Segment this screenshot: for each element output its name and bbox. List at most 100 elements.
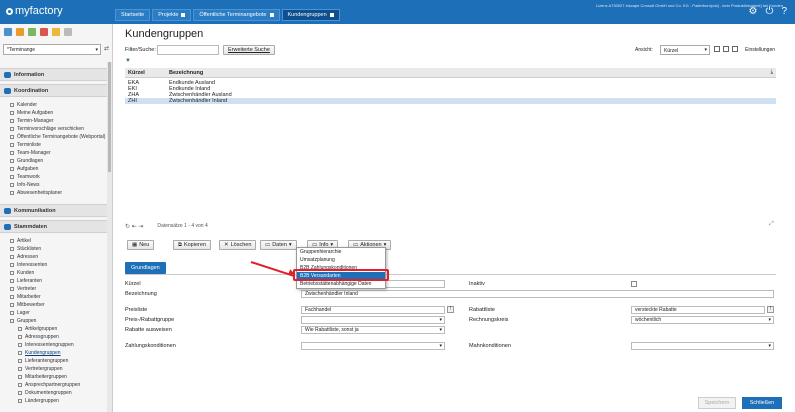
rabattliste-info-icon[interactable]: ! [767, 306, 774, 313]
notes-icon[interactable] [52, 28, 60, 36]
sidebar-scrollbar[interactable] [107, 62, 112, 412]
sidebar-item-team-manager[interactable]: Team-Manager [0, 149, 107, 157]
sidebar-item-meine-aufgaben[interactable]: Meine Aufgaben [0, 109, 107, 117]
sidebar-item-grundlagen[interactable]: Grundlagen [0, 157, 107, 165]
sidebar-item-interessentengruppen[interactable]: Interessentengruppen [0, 341, 107, 349]
main-panel: Kundengruppen Filter/Suche: Erweiterte S… [113, 24, 795, 412]
menu-item-gruppenhierarchie[interactable]: Gruppenhierarchie [297, 248, 385, 256]
sidebar-item-kundengruppen[interactable]: Kundengruppen [0, 349, 107, 357]
column-header-kuerzel[interactable]: Kürzel [128, 70, 145, 76]
preisliste-input[interactable]: Fachhandel [301, 306, 445, 314]
sidebar-item-gruppen[interactable]: Gruppen [0, 317, 107, 325]
settings-link[interactable]: Einstellungen [745, 47, 775, 53]
tab-kundengruppen[interactable]: Kundengruppen [281, 9, 340, 21]
calendar-icon [10, 103, 14, 107]
close-button[interactable]: Schließen [742, 397, 782, 409]
sidebar-item-terminangebote[interactable]: Öffentliche Terminangebote (Webportal) [0, 133, 107, 141]
sidebar-item-mitarbeitergruppen[interactable]: Mitarbeitergruppen [0, 373, 107, 381]
sidebar-item-teamwork[interactable]: Teamwork [0, 173, 107, 181]
sidebar-item-laendergruppen[interactable]: Ländergruppen [0, 397, 107, 405]
help-icon[interactable]: ? [781, 7, 787, 17]
copy-button[interactable]: ⧉ Kopieren [173, 240, 211, 250]
section-stammdaten[interactable]: Stammdaten [0, 220, 107, 233]
inaktiv-checkbox[interactable] [631, 281, 637, 287]
sidebar-item-vertreter[interactable]: Vertreter [0, 285, 107, 293]
mail-icon[interactable] [40, 28, 48, 36]
calendar-icon[interactable] [28, 28, 36, 36]
tasks-icon[interactable] [16, 28, 24, 36]
filter-icon[interactable]: ▼ [125, 58, 131, 64]
sidebar-item-artikelgruppen[interactable]: Artikelgruppen [0, 325, 107, 333]
sidebar-item-label: Interessentengruppen [25, 342, 74, 348]
sidebar-item-kalender[interactable]: Kalender [0, 101, 107, 109]
expand-icon[interactable]: ⤢ [769, 221, 774, 228]
home-icon[interactable] [4, 28, 12, 36]
preisliste-info-icon[interactable]: ! [447, 306, 454, 313]
data-menu-button[interactable]: ▭ Daten ▾ [260, 240, 297, 250]
print-icon[interactable] [732, 46, 738, 52]
tab-projekte[interactable]: Projekte [152, 9, 192, 21]
bezeichnung-value: Zwischenhändler Inland [305, 291, 358, 297]
section-information[interactable]: Information [0, 68, 107, 81]
tab-terminangebote[interactable]: Öffentliche Terminangebote [193, 9, 280, 21]
sidebar-item-stuecklisten[interactable]: Stücklisten [0, 245, 107, 253]
sidebar-item-lager[interactable]: Lager [0, 309, 107, 317]
list-view-icon[interactable] [714, 46, 720, 52]
menu-item-betriebsstaetten[interactable]: Betriebsstättenabhängige Daten [297, 280, 385, 288]
menu-item-umsatzplanung[interactable]: Umsatzplanung [297, 256, 385, 264]
ansicht-select[interactable]: Kürzel ▾ [660, 45, 710, 55]
sidebar-item-info-news[interactable]: Info-News [0, 181, 107, 189]
sidebar-item-terminliste[interactable]: Terminliste [0, 141, 107, 149]
gear-icon[interactable]: ⚙ [749, 7, 758, 17]
sidebar-item-mitarbeiter[interactable]: Mitarbeiter [0, 293, 107, 301]
column-header-bezeichnung[interactable]: Bezeichnung [169, 70, 203, 76]
tab-startseite[interactable]: Startseite [115, 9, 151, 21]
stammdaten-icon [4, 224, 11, 230]
sidebar-item-ansprechpartnergruppen[interactable]: Ansprechpartnergruppen [0, 381, 107, 389]
rabattliste-input[interactable]: versteckte Rabatte [631, 306, 765, 314]
pager-icons[interactable]: ↻ ⇤ ⇥ [125, 223, 143, 230]
close-icon[interactable] [269, 13, 274, 17]
grid-view-icon[interactable] [723, 46, 729, 52]
sidebar-item-terminvorschlaege[interactable]: Terminvorschläge verschicken [0, 125, 107, 133]
close-icon[interactable] [329, 13, 334, 17]
sidebar-item-vertretergruppen[interactable]: Vertretergruppen [0, 365, 107, 373]
sidebar-item-lieferanten[interactable]: Lieferanten [0, 277, 107, 285]
power-icon[interactable]: ⏻ [766, 7, 774, 17]
zahlungskonditionen-select[interactable]: ▾ [301, 342, 445, 350]
sidebar-item-lieferantengruppen[interactable]: Lieferantengruppen [0, 357, 107, 365]
favorites-select[interactable]: *Terminange ▾ [3, 44, 101, 55]
sidebar-item-termin-manager[interactable]: Termin-Manager [0, 117, 107, 125]
preis-rabattgruppe-select[interactable]: ▾ [301, 316, 445, 324]
sidebar-item-adressen[interactable]: Adressen [0, 253, 107, 261]
app-logo[interactable]: myfactory [6, 5, 63, 17]
folder-icon [18, 359, 22, 363]
advanced-search-button[interactable]: Erweiterte Suche [223, 45, 275, 55]
close-icon[interactable] [181, 13, 186, 17]
back-icon[interactable] [64, 28, 72, 36]
sidebar-item-abwesenheitsplaner[interactable]: Abwesenheitsplaner [0, 189, 107, 197]
save-button[interactable]: Speichern [698, 397, 736, 409]
sidebar-item-mitbewerber[interactable]: Mitbewerber [0, 301, 107, 309]
sidebar-item-dokumentengruppen[interactable]: Dokumentengruppen [0, 389, 107, 397]
delete-button[interactable]: ✕ Löschen [219, 240, 257, 250]
scrollbar-thumb[interactable] [108, 62, 111, 172]
sidebar-item-interessenten[interactable]: Interessenten [0, 261, 107, 269]
export-icon[interactable]: ⤓ [771, 69, 773, 76]
sidebar-item-artikel[interactable]: Artikel [0, 237, 107, 245]
tab-grundlagen[interactable]: Grundlagen [125, 262, 166, 274]
swap-icon[interactable]: ⇄ [104, 45, 109, 52]
mahnkonditionen-select[interactable]: ▾ [631, 342, 774, 350]
section-koordination[interactable]: Koordination [0, 84, 107, 97]
sidebar-item-aufgaben[interactable]: Aufgaben [0, 165, 107, 173]
table-row-selected[interactable]: ZHI Zwischenhändler Inland [125, 98, 776, 104]
sidebar-item-kunden[interactable]: Kunden [0, 269, 107, 277]
rechnungskreis-select[interactable]: wöchentlich ▾ [631, 316, 774, 324]
section-kommunikation[interactable]: Kommunikation [0, 204, 107, 217]
new-button[interactable]: ▦ Neu [127, 240, 155, 250]
bezeichnung-input[interactable]: Zwischenhändler Inland [301, 290, 774, 298]
filter-input[interactable] [157, 45, 219, 55]
rabatte-select[interactable]: Wie Rabattliste, sonst ja ▾ [301, 326, 445, 334]
sidebar-item-label: Teamwork [17, 174, 40, 180]
sidebar-item-adressgruppen[interactable]: Adressgruppen [0, 333, 107, 341]
